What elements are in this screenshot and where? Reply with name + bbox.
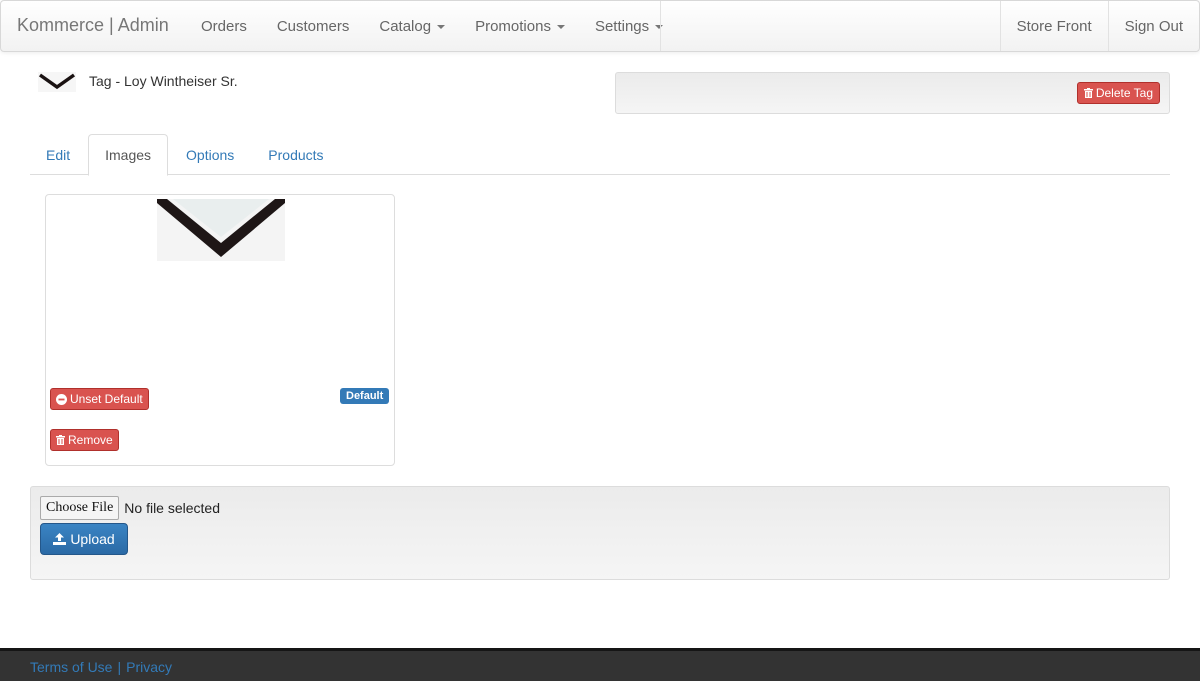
unset-default-button[interactable]: Unset Default (50, 388, 149, 410)
tab-edit[interactable]: Edit (30, 134, 86, 175)
privacy-link[interactable]: Privacy (126, 659, 172, 675)
upload-button[interactable]: Upload (40, 523, 128, 555)
caret-down-icon (556, 25, 565, 29)
image-preview (157, 199, 285, 261)
nav-settings-dropdown[interactable]: Settings (580, 1, 678, 51)
upload-icon (53, 533, 67, 545)
right-nav: Store Front Sign Out (999, 1, 1199, 51)
upload-well: Choose File No file selected Upload (30, 486, 1170, 580)
remove-image-button[interactable]: Remove (50, 429, 119, 451)
main-nav: Orders Customers Catalog Promotions Sett… (186, 1, 678, 51)
file-input[interactable]: Choose File No file selected (40, 496, 220, 520)
top-navbar: Kommerce | Admin Orders Customers Catalo… (0, 0, 1200, 52)
footer-links: Terms of Use | Privacy (30, 659, 172, 675)
nav-sign-out[interactable]: Sign Out (1107, 1, 1199, 51)
terms-of-use-link[interactable]: Terms of Use (30, 659, 112, 675)
tab-images[interactable]: Images (88, 134, 169, 176)
caret-down-icon (437, 25, 446, 29)
nav-catalog-dropdown[interactable]: Catalog (364, 1, 460, 51)
footer: Terms of Use | Privacy (0, 648, 1200, 681)
trash-icon (56, 435, 65, 445)
nav-store-front[interactable]: Store Front (999, 1, 1108, 51)
nav-customers[interactable]: Customers (262, 1, 365, 51)
nav-orders[interactable]: Orders (186, 1, 262, 51)
tab-products[interactable]: Products (252, 134, 339, 175)
tag-thumbnail (38, 72, 76, 92)
default-badge: Default (340, 388, 390, 404)
brand-title[interactable]: Kommerce | Admin (17, 15, 169, 36)
tab-bar: Edit Images Options Products (30, 134, 1170, 176)
delete-tag-button[interactable]: Delete Tag (1076, 82, 1160, 104)
nav-divider (660, 1, 661, 51)
minus-circle-icon (56, 393, 67, 405)
file-status-text: No file selected (124, 500, 220, 516)
image-card: Unset Default Default Remove (45, 194, 395, 466)
nav-promotions-dropdown[interactable]: Promotions (460, 1, 580, 51)
page-actions-well: Delete Tag (615, 72, 1170, 114)
tab-options[interactable]: Options (170, 134, 250, 175)
trash-icon (1083, 88, 1093, 98)
choose-file-button[interactable]: Choose File (40, 496, 120, 520)
footer-separator: | (117, 659, 122, 675)
page-title: Tag - Loy Wintheiser Sr. (89, 73, 238, 89)
